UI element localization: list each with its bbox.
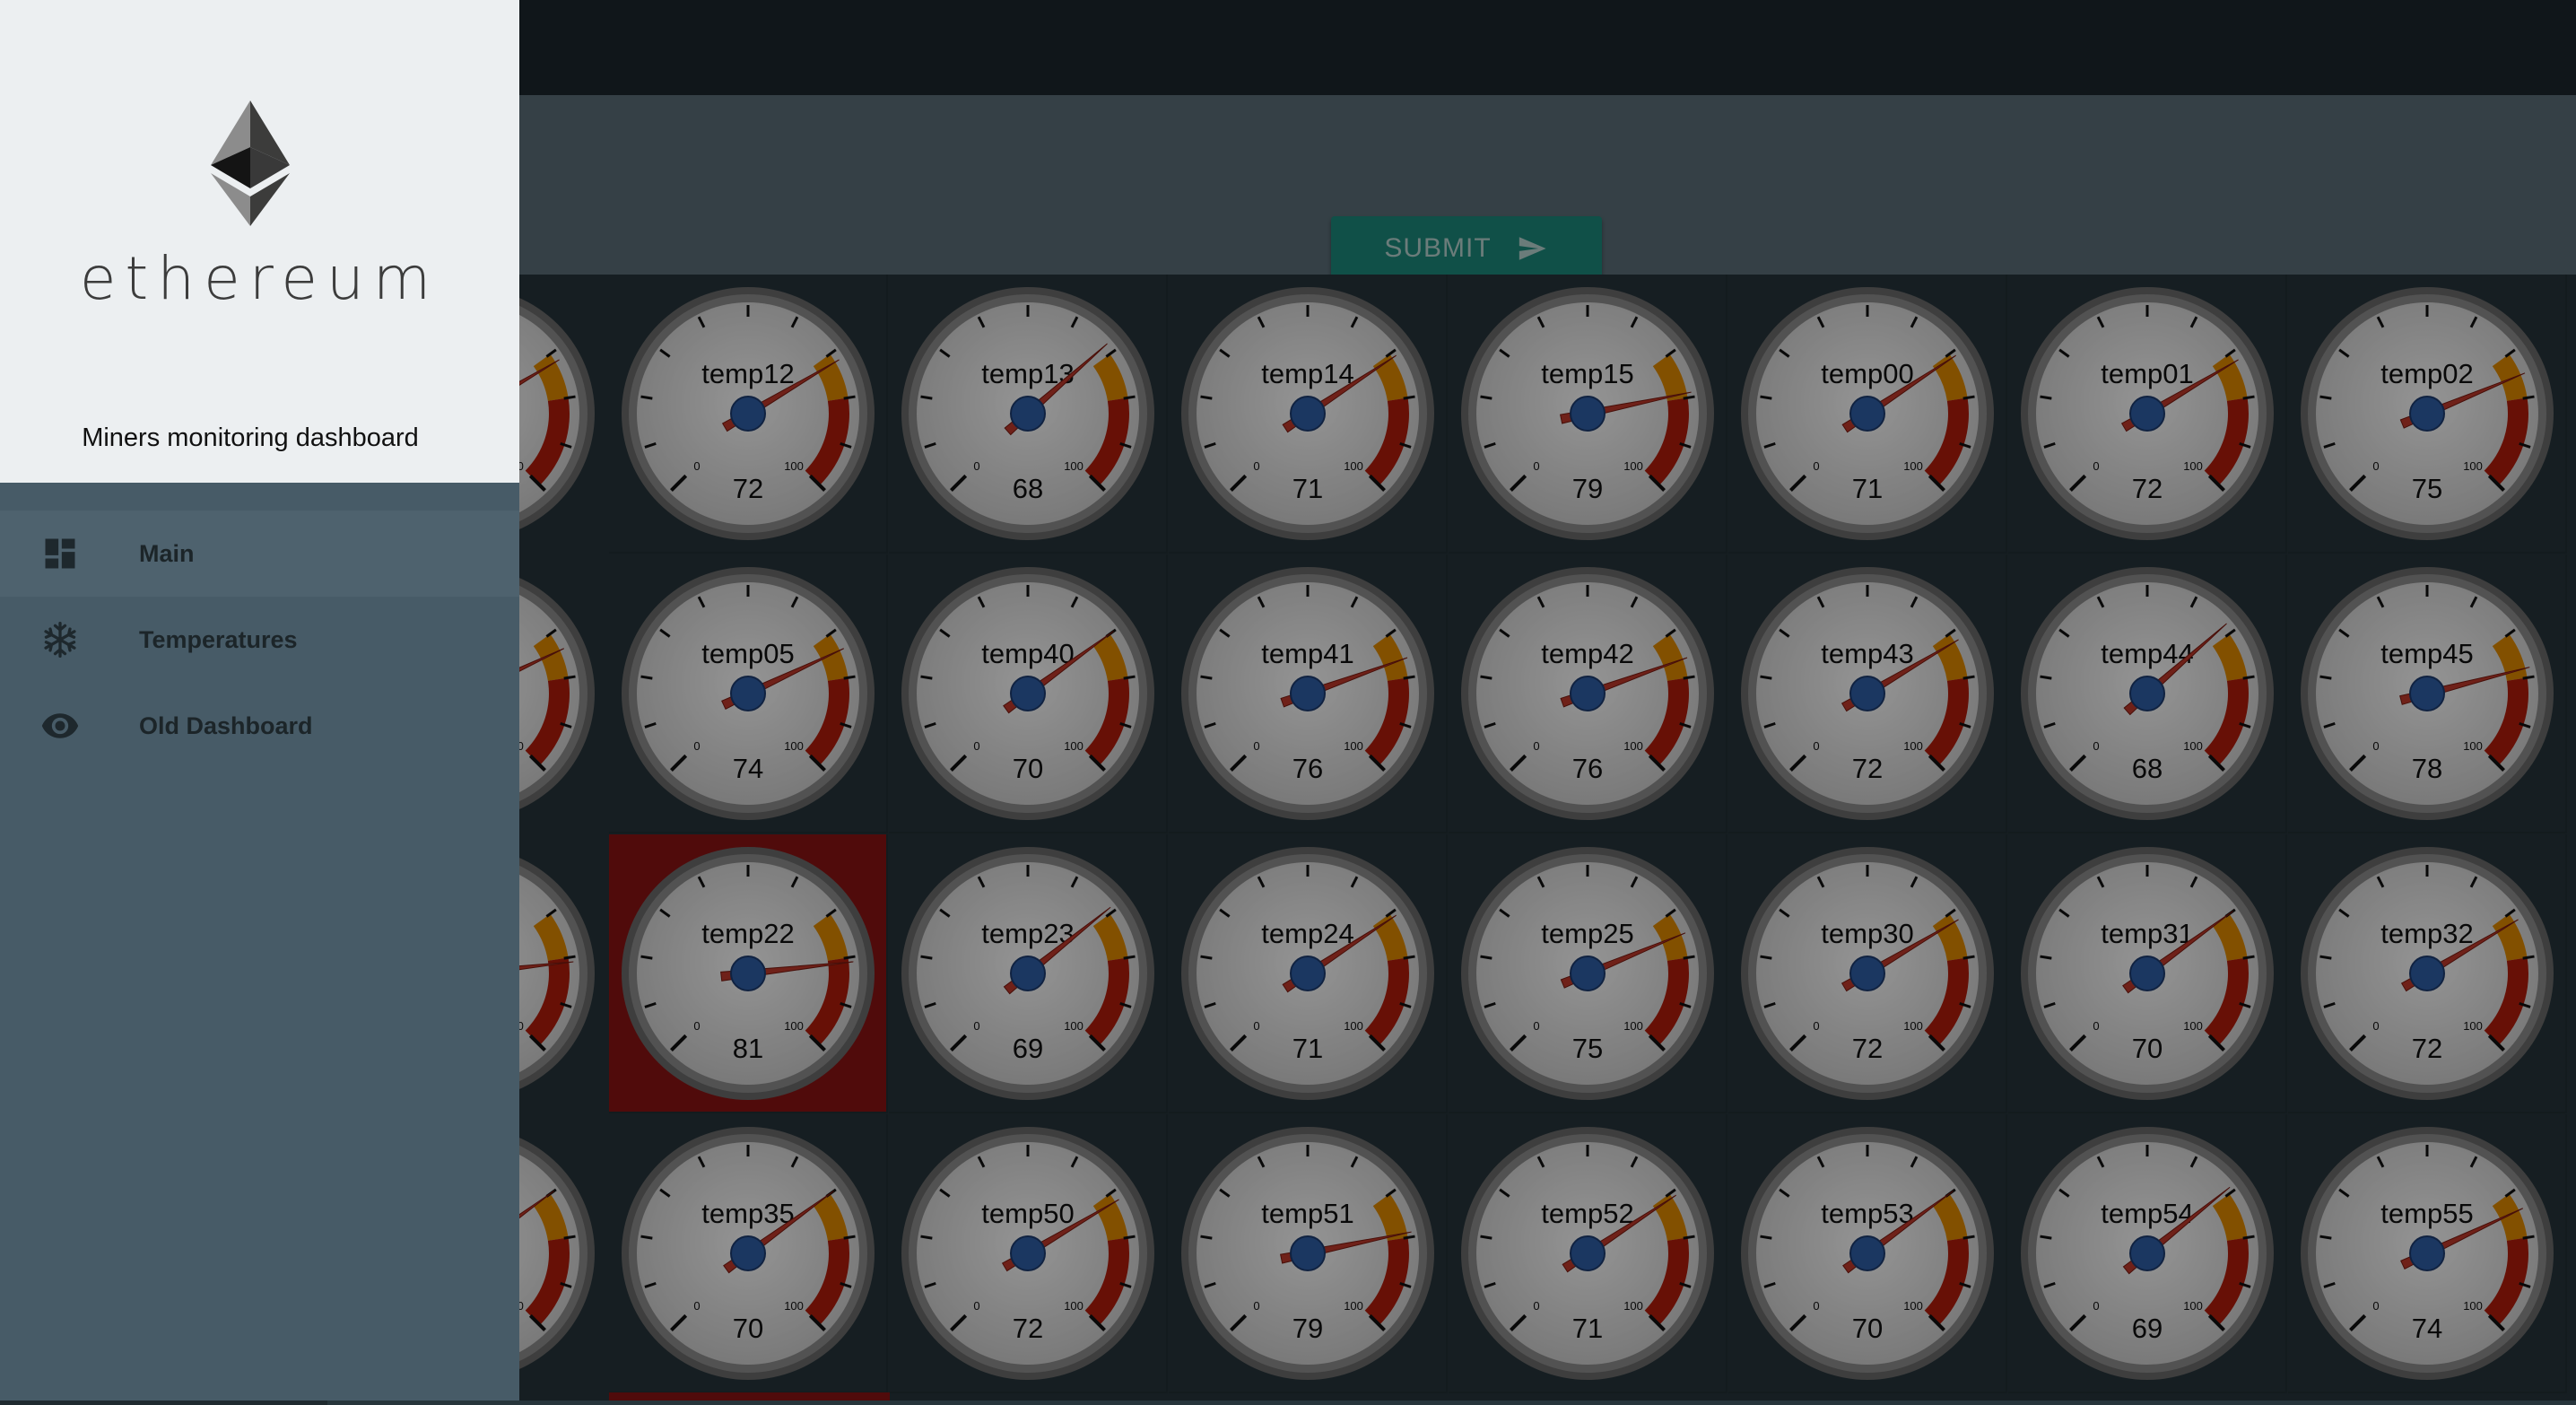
drawer-header: ethereum Miners monitoring dashboard (0, 0, 519, 483)
nav-label-main: Main (139, 539, 195, 567)
nav-item-temperatures[interactable]: Temperatures (0, 597, 519, 683)
nav-item-main[interactable]: Main (0, 511, 519, 597)
eye-icon (41, 713, 79, 738)
navigation-drawer: ethereum Miners monitoring dashboard Mai… (0, 0, 519, 1401)
nav-item-old-dashboard[interactable]: Old Dashboard (0, 683, 519, 769)
nav-label-old-dashboard: Old Dashboard (139, 711, 313, 739)
drawer-subtitle: Miners monitoring dashboard (82, 423, 419, 452)
brand-wordmark: ethereum (79, 244, 440, 313)
nav-label-temperatures: Temperatures (139, 625, 298, 653)
ethereum-logo-icon (211, 100, 290, 226)
snowflake-icon (44, 622, 76, 658)
dashboard-icon (45, 538, 75, 569)
